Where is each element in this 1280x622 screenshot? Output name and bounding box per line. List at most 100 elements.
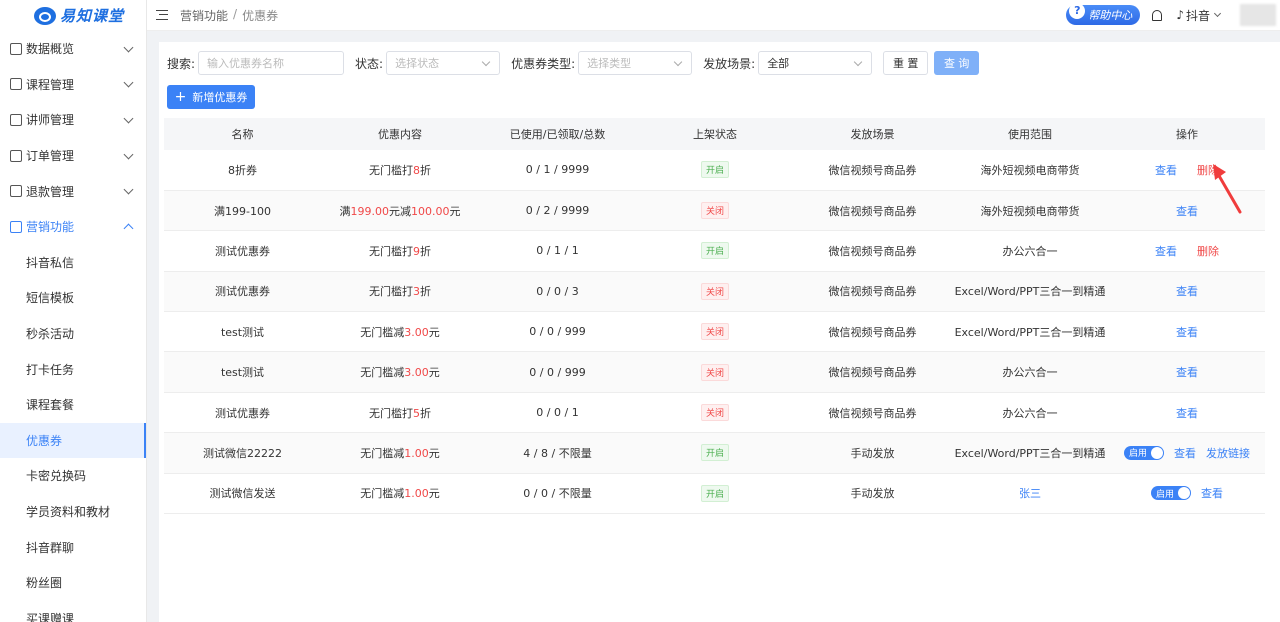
enable-toggle[interactable]: 启用 bbox=[1151, 486, 1191, 501]
status-badge: 关闭 bbox=[700, 202, 729, 220]
logo[interactable]: 易知课堂 bbox=[0, 0, 146, 31]
cell-name: 测试微信22222 bbox=[164, 432, 321, 474]
sidebar-subitem-buy-gift[interactable]: 买课赠课 bbox=[0, 601, 146, 622]
view-link[interactable]: 查看 bbox=[1176, 364, 1198, 380]
scene-select[interactable]: 全部 bbox=[758, 51, 873, 75]
sidebar-item-orders[interactable]: 订单管理 bbox=[0, 138, 146, 174]
sidebar-subitem-douyin-groups[interactable]: 抖音群聊 bbox=[0, 529, 146, 565]
view-link[interactable]: 查看 bbox=[1155, 243, 1177, 259]
sidebar-item-refunds[interactable]: 退款管理 bbox=[0, 173, 146, 209]
logo-icon bbox=[34, 6, 56, 25]
douyin-label: 抖音 bbox=[1185, 8, 1210, 23]
tiktok-icon: ♪ bbox=[1176, 8, 1184, 22]
douyin-account-dropdown[interactable]: ♪ 抖音 bbox=[1176, 7, 1222, 24]
view-link[interactable]: 查看 bbox=[1155, 162, 1177, 178]
sidebar-item-lecturers[interactable]: 讲师管理 bbox=[0, 102, 146, 138]
red-arrow-annotation bbox=[1213, 164, 1242, 214]
chevron-down-icon bbox=[123, 149, 134, 160]
cell-counts: 0 / 2 / 9999 bbox=[479, 190, 636, 232]
cell-status: 开启 bbox=[636, 473, 794, 515]
sidebar-item-overview[interactable]: 数据概览 bbox=[0, 31, 146, 67]
cell-actions: 查看 bbox=[1109, 271, 1265, 313]
table-body: 8折券 无门槛打8折 0 / 1 / 9999 开启 微信视频号商品券 海外短视频电商带货… bbox=[164, 150, 1265, 515]
coupon-type-select[interactable]: 选择类型 bbox=[578, 51, 693, 75]
dashboard-icon bbox=[10, 42, 22, 55]
view-link[interactable]: 查看 bbox=[1201, 485, 1223, 501]
sidebar-subitem-douyin-dm[interactable]: 抖音私信 bbox=[0, 245, 146, 281]
table-row: 测试优惠券 无门槛打9折 0 / 1 / 1 开启 微信视频号商品券 办公六合一 查看 删除 bbox=[164, 230, 1265, 272]
cell-discount: 无门槛减3.00元 bbox=[321, 311, 479, 353]
search-input[interactable]: 输入优惠券名称 bbox=[198, 51, 345, 75]
sidebar-subitem-fan-circle[interactable]: 粉丝圈 bbox=[0, 565, 146, 601]
breadcrumb-item-marketing[interactable]: 营销功能 bbox=[180, 7, 228, 24]
col-header-discount: 优惠内容 bbox=[321, 118, 479, 150]
status-badge: 开启 bbox=[700, 444, 729, 462]
help-center-button[interactable]: 帮助中心 bbox=[1066, 3, 1141, 25]
status-badge: 关闭 bbox=[700, 404, 729, 422]
reset-button[interactable]: 重 置 bbox=[883, 51, 929, 75]
main-panel: 搜索: 输入优惠券名称 状态: 选择状态 优惠券类型: 选择类型 发放场景: 全… bbox=[159, 42, 1280, 622]
cell-discount: 无门槛减1.00元 bbox=[321, 432, 479, 474]
table-row: 满199-100 满199.00元减100.00元 0 / 2 / 9999 关闭 微信… bbox=[164, 190, 1265, 232]
view-link[interactable]: 查看 bbox=[1176, 283, 1198, 299]
scope-link[interactable]: 张三 bbox=[1019, 487, 1041, 500]
cell-name: 测试优惠券 bbox=[164, 392, 321, 434]
cell-status: 关闭 bbox=[636, 190, 794, 232]
view-link[interactable]: 查看 bbox=[1176, 203, 1198, 219]
cell-scene: 微信视频号商品券 bbox=[794, 150, 951, 191]
menu-fold-icon[interactable] bbox=[156, 10, 168, 20]
cell-scope: 办公六合一 bbox=[951, 351, 1109, 393]
cell-scope: Excel/Word/PPT三合一到精通 bbox=[951, 311, 1109, 353]
view-link[interactable]: 查看 bbox=[1174, 445, 1196, 461]
chevron-down-icon bbox=[673, 57, 683, 67]
status-select[interactable]: 选择状态 bbox=[386, 51, 501, 75]
cell-counts: 0 / 0 / 不限量 bbox=[479, 473, 636, 515]
avatar[interactable] bbox=[1240, 4, 1276, 26]
add-coupon-button[interactable]: + 新增优惠券 bbox=[167, 85, 255, 109]
sidebar-subitem-checkin[interactable]: 打卡任务 bbox=[0, 351, 146, 387]
refund-icon bbox=[10, 185, 22, 198]
cell-scope: Excel/Word/PPT三合一到精通 bbox=[951, 271, 1109, 313]
view-link[interactable]: 查看 bbox=[1176, 324, 1198, 340]
enable-toggle[interactable]: 启用 bbox=[1124, 445, 1164, 460]
table-row: test测试 无门槛减3.00元 0 / 0 / 999 关闭 微信视频号商品券 Exce… bbox=[164, 311, 1265, 353]
bell-icon[interactable] bbox=[1152, 9, 1163, 21]
query-button[interactable]: 查 询 bbox=[934, 51, 980, 75]
cell-scope: 办公六合一 bbox=[951, 230, 1109, 272]
issue-link[interactable]: 发放链接 bbox=[1206, 445, 1250, 461]
coupon-table: 名称 优惠内容 已使用/已领取/总数 上架状态 发放场景 使用范围 操作 8折券… bbox=[164, 118, 1265, 515]
chevron-up-icon bbox=[123, 223, 134, 234]
id-card-icon bbox=[10, 113, 22, 126]
sidebar-subitem-coupons[interactable]: 优惠券 bbox=[0, 422, 146, 459]
status-badge: 关闭 bbox=[700, 323, 729, 341]
cell-name: 8折券 bbox=[164, 150, 321, 191]
sidebar-item-courses[interactable]: 课程管理 bbox=[0, 67, 146, 103]
sidebar-subitem-materials[interactable]: 学员资料和教材 bbox=[0, 494, 146, 530]
cell-counts: 0 / 1 / 1 bbox=[479, 230, 636, 272]
cell-actions: 启用 查看 发放链接 bbox=[1109, 432, 1265, 474]
cell-status: 关闭 bbox=[636, 271, 794, 313]
sidebar-subitem-redeem-codes[interactable]: 卡密兑换码 bbox=[0, 458, 146, 494]
cell-actions: 启用 查看 bbox=[1109, 473, 1265, 515]
row-actions: 查看 bbox=[1109, 283, 1265, 299]
sidebar-subitem-flash-sale[interactable]: 秒杀活动 bbox=[0, 316, 146, 352]
scene-label: 发放场景: bbox=[703, 56, 756, 71]
view-link[interactable]: 查看 bbox=[1176, 405, 1198, 421]
cell-name: test测试 bbox=[164, 351, 321, 393]
status-badge: 关闭 bbox=[700, 282, 729, 300]
coupon-type-label: 优惠券类型: bbox=[511, 56, 576, 71]
table-row: 测试优惠券 无门槛打5折 0 / 0 / 1 关闭 微信视频号商品券 办公六合一 查看 bbox=[164, 392, 1265, 434]
table-row: 8折券 无门槛打8折 0 / 1 / 9999 开启 微信视频号商品券 海外短视频电商带货… bbox=[164, 150, 1265, 191]
sidebar-subitem-course-bundle[interactable]: 课程套餐 bbox=[0, 387, 146, 423]
col-header-counts: 已使用/已领取/总数 bbox=[479, 118, 636, 150]
sidebar-item-marketing[interactable]: 营销功能 bbox=[0, 209, 146, 245]
cell-name: 测试优惠券 bbox=[164, 230, 321, 272]
table-row: 测试优惠券 无门槛打3折 0 / 0 / 3 关闭 微信视频号商品券 Excel/Word… bbox=[164, 271, 1265, 313]
delete-link[interactable]: 删除 bbox=[1197, 243, 1219, 259]
top-header: 营销功能 / 优惠券 帮助中心 ♪ 抖音 bbox=[147, 0, 1280, 31]
cell-actions: 查看 bbox=[1109, 351, 1265, 393]
sidebar-subitem-sms-template[interactable]: 短信模板 bbox=[0, 280, 146, 316]
cell-actions: 查看 bbox=[1109, 392, 1265, 434]
plus-icon: + bbox=[174, 89, 187, 105]
cell-status: 关闭 bbox=[636, 392, 794, 434]
